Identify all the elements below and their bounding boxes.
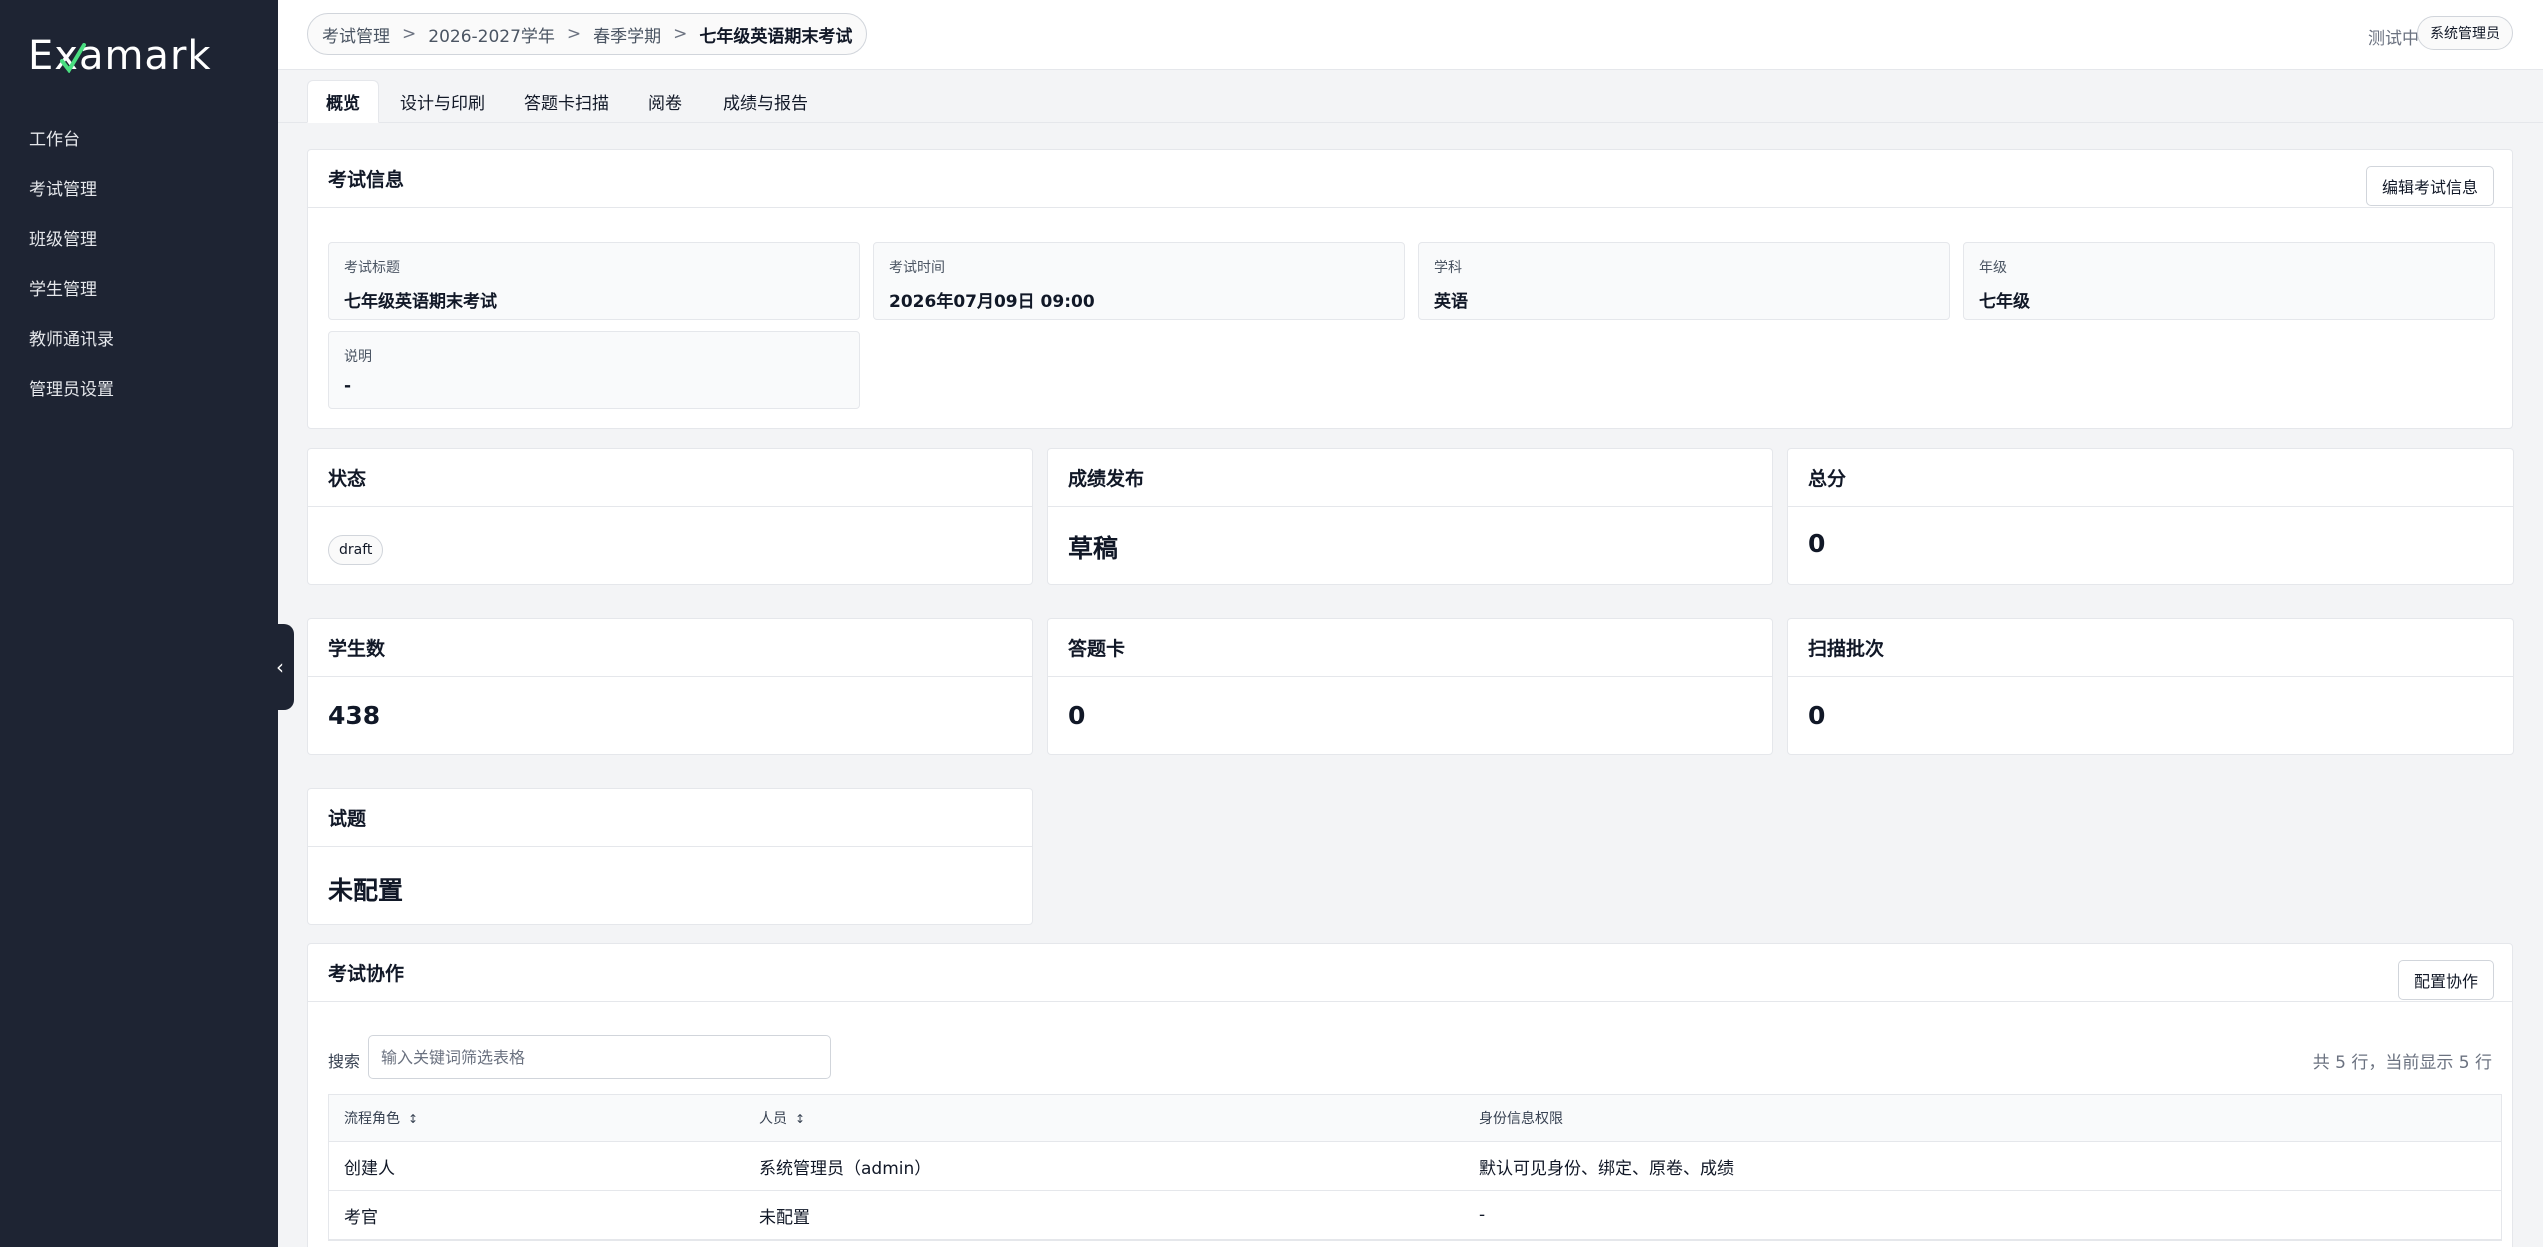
edit-exam-info-button[interactable]: 编辑考试信息 [2365,166,2494,206]
breadcrumb: 考试管理 > 2026-2027学年 > 春季学期 > 七年级英语期末考试 [307,13,868,55]
status-card: 状态 draft [307,448,1033,585]
table-row: 创建人 系统管理员（admin） 默认可见身份、绑定、原卷、成绩 [329,1142,2501,1191]
tab-grading[interactable]: 阅卷 [630,80,700,123]
field-label: 年级 [1979,260,2007,276]
search-label: 搜索 [328,1052,361,1071]
cell-permission: 默认可见身份、绑定、原卷、成绩 [1479,1158,1734,1179]
exam-info-title: 考试信息 [308,150,2512,208]
breadcrumb-separator: > [673,24,688,44]
collaboration-card: 考试协作 配置协作 搜索 共 5 行，当前显示 5 行 流程角色 ↕ 人员 ↕ 身份… [307,943,2513,1247]
tab-card-scan[interactable]: 答题卡扫描 [506,80,627,123]
answer-cards-card: 答题卡 0 [1047,618,1773,755]
logo-rest: amark [78,33,212,79]
publish-card-title: 成绩发布 [1048,449,1772,507]
breadcrumb-item-term[interactable]: 春季学期 [593,22,661,47]
logo-x: x [54,33,87,79]
search-input[interactable] [368,1035,831,1079]
tab-scores-reports[interactable]: 成绩与报告 [705,80,826,123]
app-logo[interactable]: Ex amark [28,28,212,84]
user-role-badge[interactable]: 系统管理员 [2417,16,2513,50]
total-score-value: 0 [1808,529,1826,558]
tab-overview[interactable]: 概览 [307,80,379,123]
breadcrumb-separator: > [566,24,582,44]
main-content: 考试管理 > 2026-2027学年 > 春季学期 > 七年级英语期末考试 测试… [278,0,2543,1247]
field-exam-title: 考试标题 七年级英语期末考试 [328,242,860,320]
field-value: 英语 [1434,292,1468,312]
cell-role: 考官 [344,1207,378,1228]
collaboration-table: 流程角色 ↕ 人员 ↕ 身份信息权限 创建人 系统管理员（admin） 默认可见身份… [328,1094,2502,1241]
cell-person: 系统管理员（admin） [759,1158,932,1179]
answer-cards-value: 0 [1068,701,1086,730]
sidebar-item-admin[interactable]: 管理员设置 [0,362,278,412]
cell-person: 未配置 [759,1207,810,1228]
table-header: 流程角色 ↕ 人员 ↕ 身份信息权限 [329,1095,2501,1142]
field-subject: 学科 英语 [1418,242,1950,320]
field-value: 2026年07月09日 09:00 [889,292,1095,312]
students-card-title: 学生数 [308,619,1032,677]
sidebar-item-classes[interactable]: 班级管理 [0,212,278,262]
breadcrumb-item-year[interactable]: 2026-2027学年 [428,22,555,47]
table-row: 考官 未配置 - [329,1191,2501,1240]
checkmark-icon [60,43,87,73]
status-card-title: 状态 [308,449,1032,507]
cell-permission: - [1479,1205,1486,1225]
logo-lead: E [28,33,55,79]
questions-card-title: 试题 [308,789,1032,847]
questions-value: 未配置 [328,876,404,905]
collaboration-title: 考试协作 [308,944,2512,1002]
status-badge: draft [328,535,384,565]
sidebar-item-teachers[interactable]: 教师通讯录 [0,312,278,362]
field-value: 七年级英语期末考试 [344,292,497,312]
publish-value: 草稿 [1068,534,1119,563]
sidebar-item-workbench[interactable]: 工作台 [0,112,278,162]
column-header-person-label: 人员 [759,1111,787,1127]
column-header-role[interactable]: 流程角色 ↕ [344,1108,418,1128]
field-description: 说明 - [328,331,860,409]
field-label: 考试标题 [344,260,400,276]
column-header-person[interactable]: 人员 ↕ [759,1108,805,1128]
breadcrumb-item-exams[interactable]: 考试管理 [322,22,390,47]
scan-batches-value: 0 [1808,701,1826,730]
tab-design-print[interactable]: 设计与印刷 [382,80,503,123]
tab-bar: 概览 设计与印刷 答题卡扫描 阅卷 成绩与报告 [278,70,2543,123]
cell-role: 创建人 [344,1158,395,1179]
column-header-role-label: 流程角色 [344,1111,400,1127]
students-value: 438 [328,701,381,730]
exam-info-card: 考试信息 编辑考试信息 考试标题 七年级英语期末考试 考试时间 2026年07月… [307,149,2513,429]
scan-batches-card: 扫描批次 0 [1787,618,2514,755]
sort-icon[interactable]: ↕ [408,1112,418,1126]
breadcrumb-item-current: 七年级英语期末考试 [699,26,853,47]
sidebar-item-exams[interactable]: 考试管理 [0,162,278,212]
field-label: 考试时间 [889,260,945,276]
sidebar-nav: 工作台 考试管理 班级管理 学生管理 教师通讯录 管理员设置 [0,112,278,412]
total-score-card-title: 总分 [1788,449,2513,507]
sidebar: Ex amark 工作台 考试管理 班级管理 学生管理 教师通讯录 管理员设置 [0,0,278,1247]
field-label: 学科 [1434,260,1462,276]
field-grade: 年级 七年级 [1963,242,2495,320]
answer-cards-card-title: 答题卡 [1048,619,1772,677]
field-label: 说明 [344,349,372,365]
scan-batches-card-title: 扫描批次 [1788,619,2513,677]
field-exam-time: 考试时间 2026年07月09日 09:00 [873,242,1405,320]
breadcrumb-separator: > [402,24,417,44]
field-value: 七年级 [1979,292,2030,312]
questions-card: 试题 未配置 [307,788,1033,925]
configure-collaboration-button[interactable]: 配置协作 [2397,960,2494,1000]
field-value: - [344,376,352,396]
column-header-permission: 身份信息权限 [1479,1111,1563,1127]
sort-icon[interactable]: ↕ [795,1112,805,1126]
total-score-card: 总分 0 [1787,448,2514,585]
publish-card: 成绩发布 草稿 [1047,448,1773,585]
top-bar: 考试管理 > 2026-2027学年 > 春季学期 > 七年级英语期末考试 测试… [278,0,2543,70]
students-card: 学生数 438 [307,618,1033,755]
sidebar-item-students[interactable]: 学生管理 [0,262,278,312]
row-count: 共 5 行，当前显示 5 行 [2312,1053,2492,1073]
